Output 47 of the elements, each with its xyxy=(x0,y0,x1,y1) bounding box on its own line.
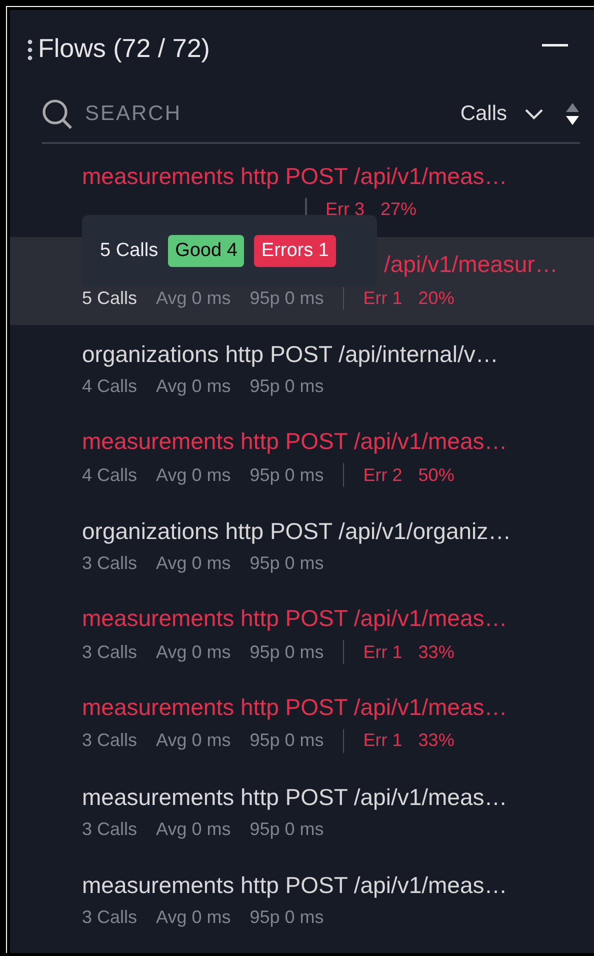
avg-latency: Avg 0 ms xyxy=(156,730,231,752)
p95-latency: 95p 0 ms xyxy=(250,288,324,309)
p95-latency: 95p 0 ms xyxy=(250,642,324,663)
call-count: 3 Calls xyxy=(82,907,138,928)
error-count: Err 3 xyxy=(326,199,365,220)
call-count: 4 Calls xyxy=(82,376,138,398)
flow-title: measurements http POST /api/v1/meas… xyxy=(82,694,508,721)
error-count: Err 1 xyxy=(363,642,402,663)
panel-title: Flows (72 / 72) xyxy=(38,32,211,64)
flow-title: organizations http POST /api/internal/v… xyxy=(82,341,498,368)
p95-latency: 95p 0 ms xyxy=(250,376,324,398)
p95-latency: 95p 0 ms xyxy=(250,553,324,574)
flow-title: measurements http POST /api/v1/meas… xyxy=(82,162,508,190)
avg-latency: Avg 0 ms xyxy=(156,818,231,840)
error-count: Err 2 xyxy=(363,464,402,486)
p95-latency: 95p 0 ms xyxy=(250,464,324,486)
flow-title: measurements http POST /api/v1/meas… xyxy=(82,872,508,900)
avg-latency: Avg 0 ms xyxy=(156,907,231,928)
error-count: Err 1 xyxy=(363,288,402,309)
error-rate: 33% xyxy=(418,730,454,752)
call-count: 4 Calls xyxy=(82,464,138,486)
call-count: 3 Calls xyxy=(82,553,138,574)
avg-latency: Avg 0 ms xyxy=(156,288,231,309)
call-count: 3 Calls xyxy=(82,730,138,752)
error-rate: 50% xyxy=(418,464,454,486)
flow-title: measurements http POST /api/v1/meas… xyxy=(82,784,508,811)
errors-badge: Errors 1 xyxy=(254,235,336,267)
call-count: 3 Calls xyxy=(82,642,138,663)
avg-latency: Avg 0 ms xyxy=(156,464,231,486)
flow-title: measurements http POST /api/v1/meas… xyxy=(82,605,508,632)
error-rate: 27% xyxy=(380,199,417,220)
p95-latency: 95p 0 ms xyxy=(250,907,324,928)
avg-latency: Avg 0 ms xyxy=(156,553,231,574)
error-rate: 33% xyxy=(418,642,454,663)
avg-latency: Avg 0 ms xyxy=(156,376,231,398)
call-count: 3 Calls xyxy=(82,818,138,840)
error-rate: 20% xyxy=(418,288,454,309)
flow-title: /api/v1/measur… xyxy=(384,251,558,278)
error-count: Err 1 xyxy=(363,730,402,752)
p95-latency: 95p 0 ms xyxy=(250,818,324,840)
good-badge: Good 4 xyxy=(168,235,244,267)
avg-latency: Avg 0 ms xyxy=(156,642,231,663)
call-count: 5 Calls xyxy=(82,288,138,309)
p95-latency: 95p 0 ms xyxy=(250,730,324,752)
flow-title: organizations http POST /api/v1/organiz… xyxy=(82,518,512,546)
tooltip-calls: 5 Calls xyxy=(100,240,158,262)
flow-title: measurements http POST /api/v1/meas… xyxy=(82,428,508,456)
